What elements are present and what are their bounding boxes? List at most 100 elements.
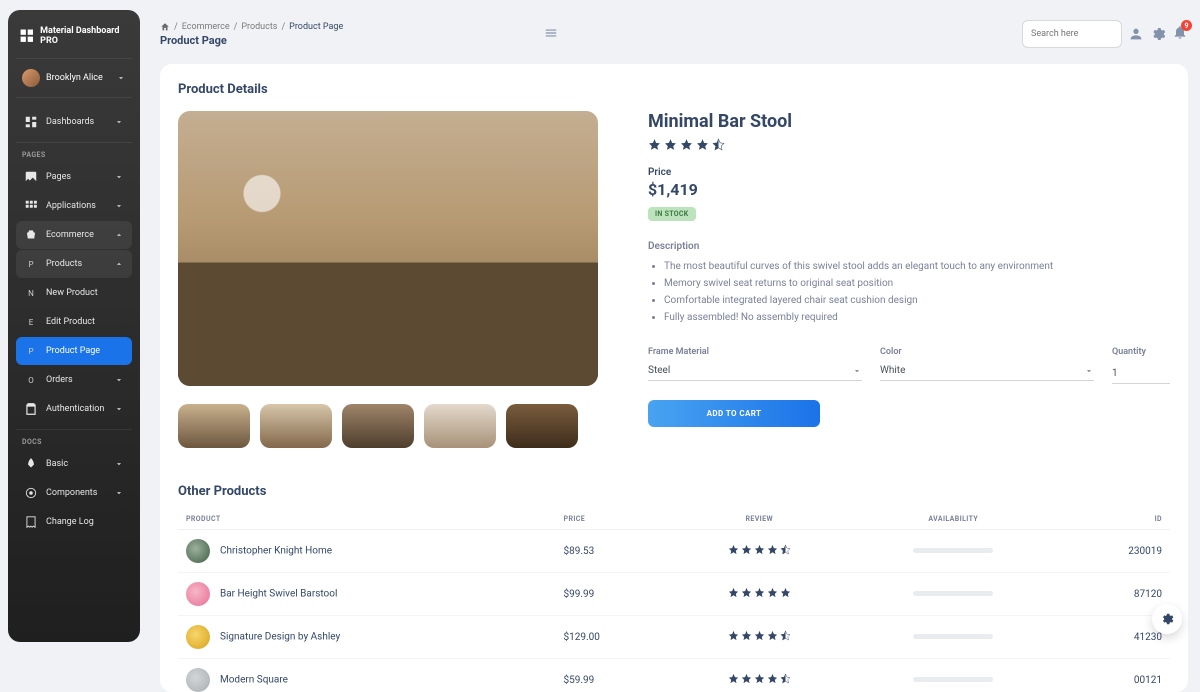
sidebar-item-dashboards[interactable]: Dashboards [16,108,132,136]
product-thumbnail[interactable] [178,404,250,448]
product-name: Minimal Bar Stool [648,111,1170,132]
sidebar-item-basic[interactable]: Basic [16,450,132,478]
widgets-icon [24,486,38,500]
col-id: ID [1060,509,1170,530]
row-rating [728,630,791,641]
page-header: / Ecommerce / Products / Product Page Pr… [160,14,1188,54]
availability-bar [913,634,993,639]
section-other-products: Other Products [178,484,1170,499]
row-name: Modern Square [220,675,288,686]
star-icon [754,544,765,555]
chevron-down-icon [114,404,124,414]
user-menu[interactable]: Brooklyn Alice [16,58,132,98]
product-thumbnail[interactable] [424,404,496,448]
table-row[interactable]: Bar Height Swivel Barstool $99.99 87120 [178,573,1170,616]
clipboard-icon [24,402,38,416]
star-icon [780,544,791,555]
row-rating [728,673,791,684]
table-row[interactable]: Signature Design by Ashley $129.00 41230 [178,616,1170,659]
brand-icon [20,28,34,44]
frame-value: Steel [648,365,670,376]
sidebar-item-products[interactable]: P Products [16,250,132,278]
product-details: Minimal Bar Stool Price $1,419 IN STOCK … [648,111,1170,448]
star-icon [754,673,765,684]
star-icon [728,544,739,555]
sidebar-item-ecommerce[interactable]: Ecommerce [16,221,132,249]
sidebar-item-label: Components [46,488,106,498]
sidebar-item-label: Applications [46,201,106,211]
product-thumbnail[interactable] [342,404,414,448]
sidebar: Material Dashboard PRO Brooklyn Alice Da… [8,10,140,642]
chevron-down-icon [114,117,124,127]
home-icon[interactable] [160,22,170,32]
product-main-image[interactable] [178,111,598,386]
star-icon [728,673,739,684]
user-name: Brooklyn Alice [46,73,110,83]
star-icon [741,673,752,684]
row-rating [728,544,791,555]
col-availability: AVAILABILITY [847,509,1060,530]
sidebar-item-components[interactable]: Components [16,479,132,507]
account-icon[interactable] [1128,26,1144,42]
breadcrumb-products[interactable]: Products [241,22,277,32]
sidebar-item-new-product[interactable]: N New Product [16,279,132,307]
section-product-details: Product Details [178,82,1170,97]
sidebar-item-label: Product Page [46,346,124,356]
description-item: Fully assembled! No assembly required [664,311,1170,325]
chevron-down-icon [114,459,124,469]
star-icon [767,544,778,555]
menu-toggle[interactable] [543,25,559,44]
col-price: PRICE [556,509,672,530]
col-review: REVIEW [672,509,847,530]
star-icon [780,587,791,598]
sidebar-item-label: Basic [46,459,106,469]
notif-count: 9 [1181,20,1192,31]
product-rating [648,138,1170,151]
settings-fab[interactable] [1152,604,1182,634]
sidebar-item-applications[interactable]: Applications [16,192,132,220]
add-to-cart-button[interactable]: ADD TO CART [648,400,820,427]
star-icon [664,138,677,151]
sidebar-item-orders[interactable]: O Orders [16,366,132,394]
quantity-input[interactable] [1112,364,1170,384]
breadcrumb-ecommerce[interactable]: Ecommerce [182,22,230,32]
product-thumbnail[interactable] [506,404,578,448]
sidebar-item-edit-product[interactable]: E Edit Product [16,308,132,336]
content-card: Product Details Minimal Bar Stool Price … [160,64,1188,692]
product-thumb-icon [186,539,210,563]
sidebar-item-authentication[interactable]: Authentication [16,395,132,423]
star-icon [741,544,752,555]
brand[interactable]: Material Dashboard PRO [16,22,132,58]
row-price: $89.53 [556,530,672,573]
chevron-up-icon [114,259,124,269]
breadcrumb-current: Product Page [289,22,343,32]
star-icon [696,138,709,151]
stock-badge: IN STOCK [648,207,696,221]
letter-icon: N [24,286,38,300]
sidebar-item-label: Edit Product [46,317,124,327]
table-row[interactable]: Christopher Knight Home $89.53 230019 [178,530,1170,573]
color-select[interactable]: White [880,361,1094,381]
product-thumbnail[interactable] [260,404,332,448]
description-list: The most beautiful curves of this swivel… [664,260,1170,325]
sidebar-item-label: Products [46,259,106,269]
notifications-button[interactable]: 9 [1172,24,1188,44]
image-icon [24,170,38,184]
chevron-down-icon [114,488,124,498]
star-icon [712,138,725,151]
description-item: Memory swivel seat returns to original s… [664,277,1170,291]
col-product: PRODUCT [178,509,556,530]
search-input[interactable] [1022,20,1122,48]
section-docs: DOCS [22,438,132,446]
sidebar-item-changelog[interactable]: Change Log [16,508,132,536]
letter-icon: O [24,373,38,387]
frame-select[interactable]: Steel [648,361,862,381]
letter-icon: P [24,257,38,271]
star-icon [780,673,791,684]
table-row[interactable]: Modern Square $59.99 00121 [178,659,1170,692]
sidebar-item-label: Change Log [46,517,124,527]
gear-icon[interactable] [1150,26,1166,42]
sidebar-item-pages[interactable]: Pages [16,163,132,191]
section-pages: PAGES [22,151,132,159]
sidebar-item-product-page[interactable]: P Product Page [16,337,132,365]
